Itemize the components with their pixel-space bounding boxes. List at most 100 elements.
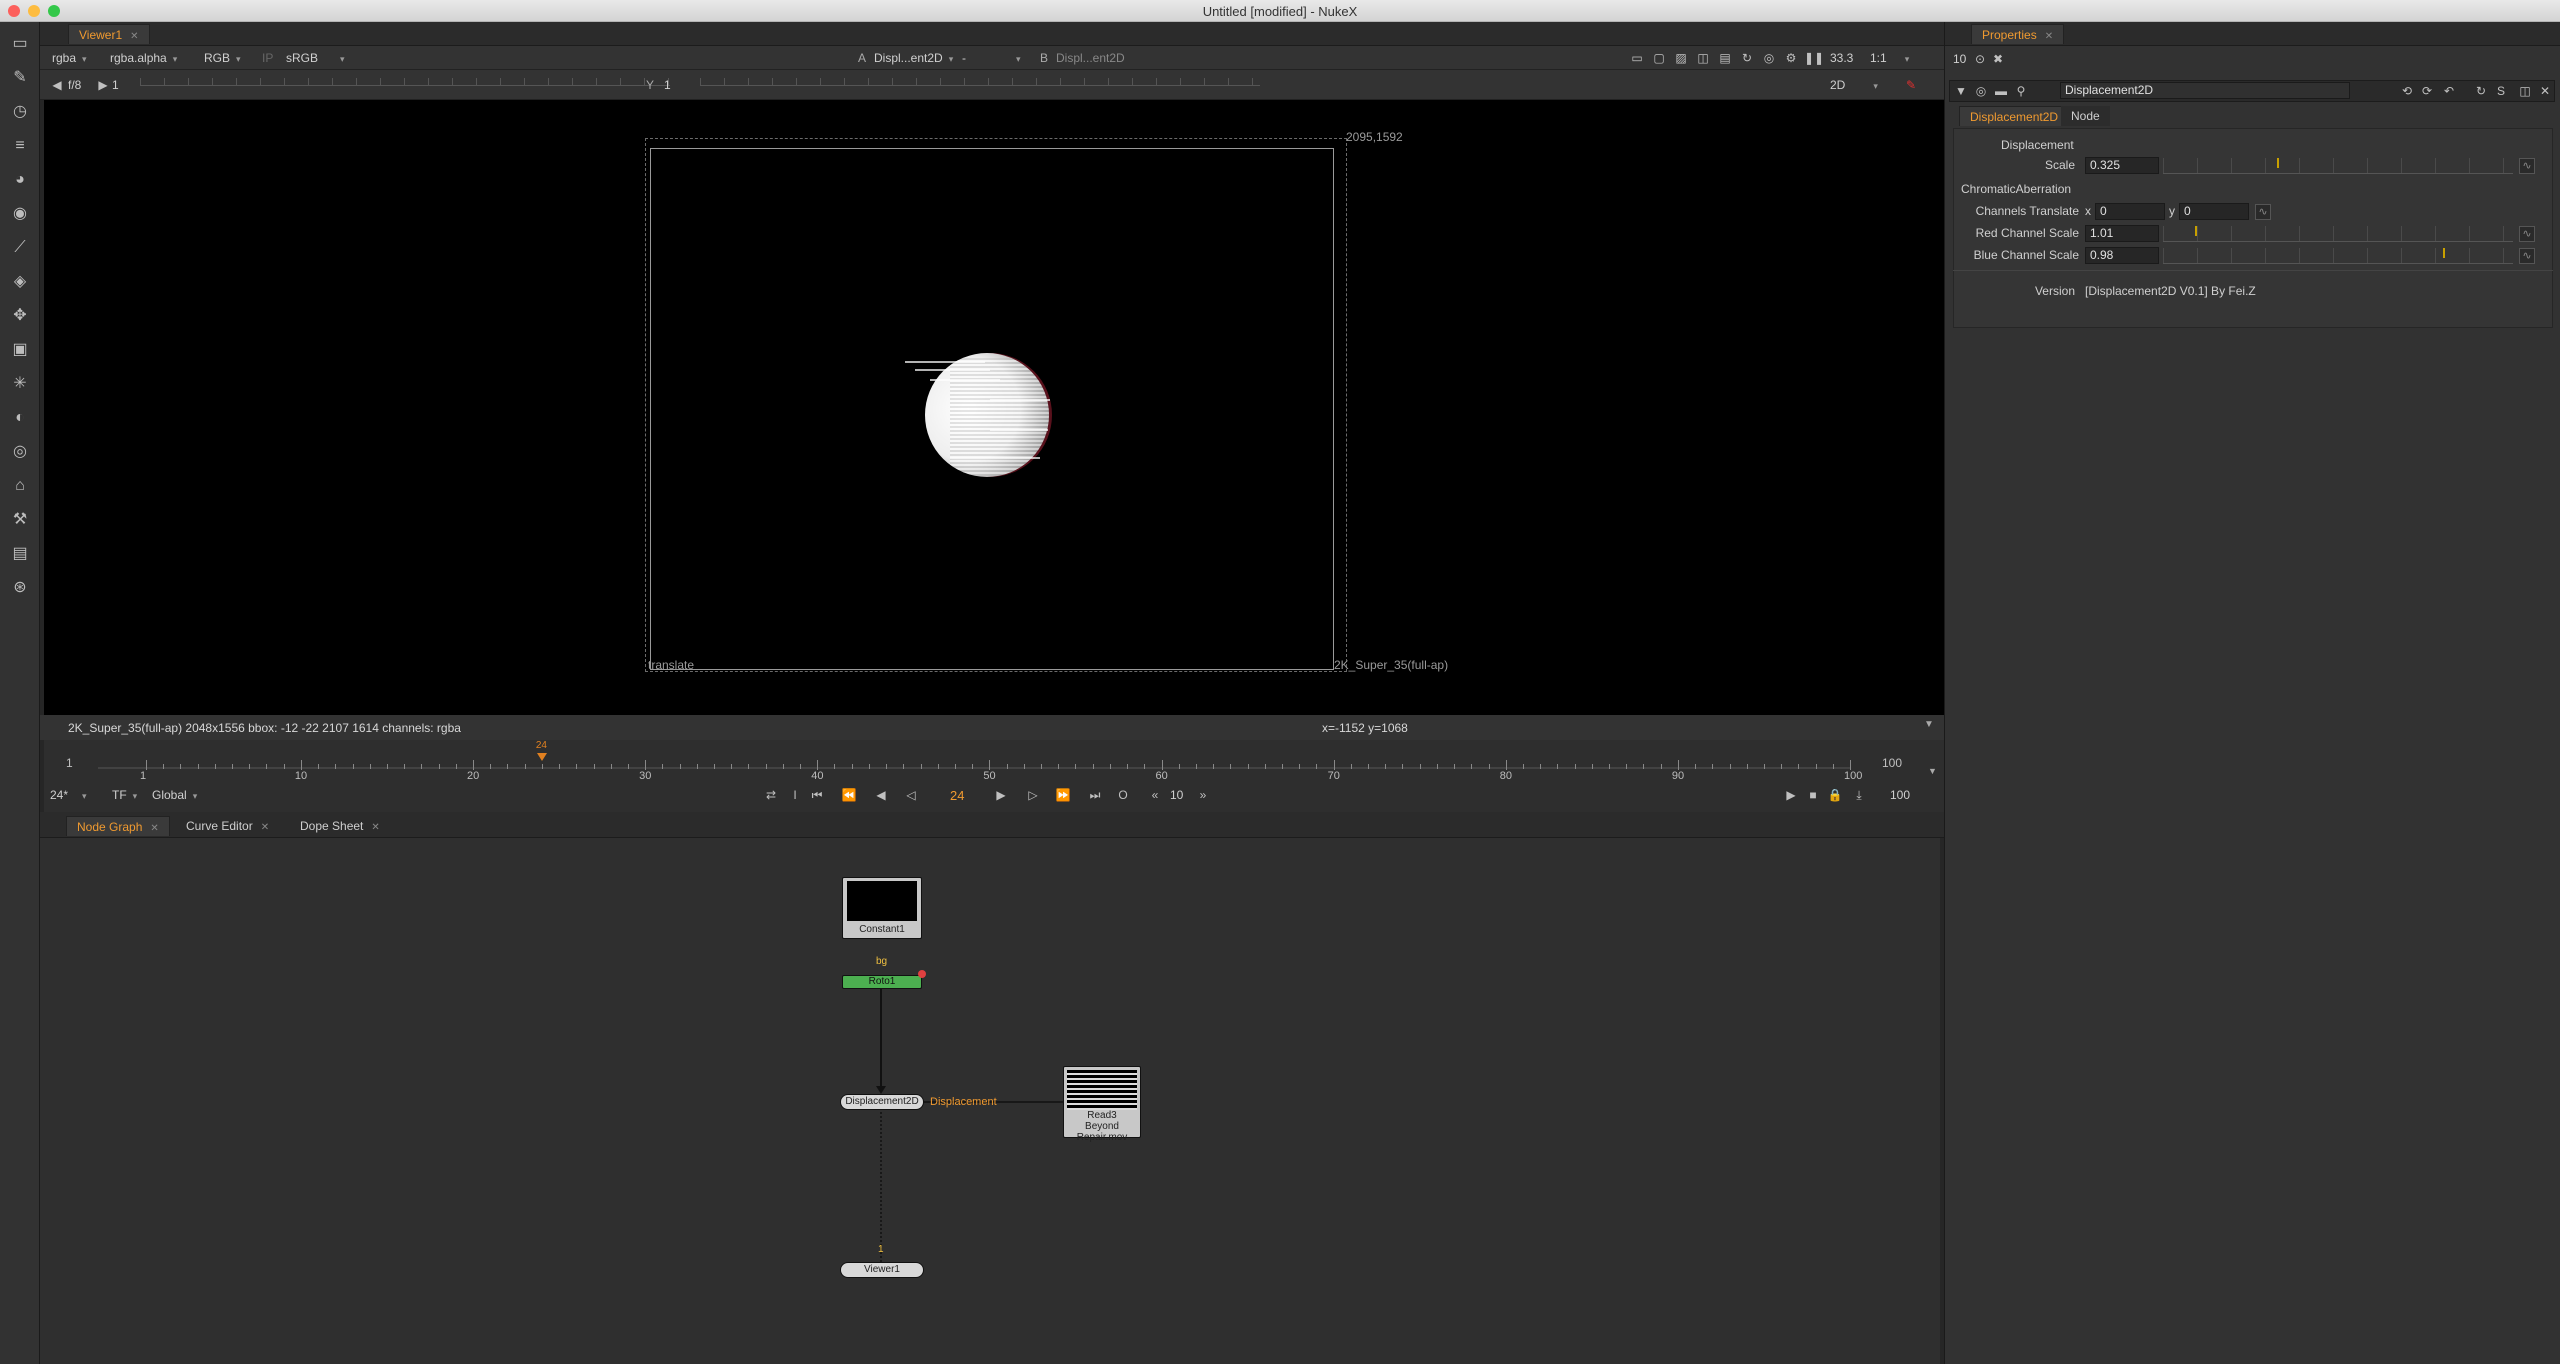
views-tools-icon[interactable]: ◎ <box>8 440 32 464</box>
stop-icon[interactable]: ■ <box>1804 786 1822 804</box>
prev-frame-icon[interactable]: ◁ <box>902 786 920 804</box>
furnace-tools-icon[interactable]: ⊛ <box>8 576 32 600</box>
red-scale-slider[interactable] <box>2163 226 2513 242</box>
current-frame-field[interactable]: 24 <box>950 788 964 803</box>
clear-panels-icon[interactable]: ✖ <box>1989 50 2007 68</box>
close-icon[interactable]: ✕ <box>2045 31 2053 42</box>
keyer-tools-icon[interactable]: ⟋ <box>8 236 32 260</box>
scale-field[interactable]: 0.325 <box>2085 157 2159 174</box>
particles-tools-icon[interactable]: ✳ <box>8 372 32 396</box>
red-scale-field[interactable]: 1.01 <box>2085 225 2159 242</box>
alpha-channel-dropdown[interactable]: rgba.alpha ▾ <box>110 49 177 67</box>
zoom-dropdown[interactable]: 33.3 <box>1830 49 1853 67</box>
max-panels-field[interactable]: 10 <box>1953 52 1966 66</box>
fstop-value[interactable]: f/8 <box>68 76 81 94</box>
loop-mode-icon[interactable]: ⇄ <box>762 786 780 804</box>
redo-icon[interactable]: ⟳ <box>2418 82 2436 100</box>
node-name-field[interactable]: Displacement2D <box>2060 82 2350 99</box>
export-icon[interactable]: ⤓ <box>1850 786 1868 804</box>
transform-tools-icon[interactable]: ✥ <box>8 304 32 328</box>
red-animation-icon[interactable]: ∿ <box>2519 226 2535 242</box>
step-back-icon[interactable]: « <box>1146 786 1164 804</box>
zebra-icon[interactable]: ▨ <box>1672 49 1690 67</box>
tf-dropdown[interactable]: TF ▾ <box>112 786 137 804</box>
gain-slider[interactable] <box>140 78 670 86</box>
gain-field[interactable]: 1 <box>112 76 119 94</box>
scale-dropdown[interactable]: 1:1 ▾ <box>1870 49 1909 67</box>
view-mode-dropdown[interactable]: 2D ▾ <box>1830 76 1878 94</box>
toolsets-icon[interactable]: ⚒ <box>8 508 32 532</box>
blue-slider-handle[interactable] <box>2443 248 2445 258</box>
gamma-slider[interactable] <box>700 78 1260 86</box>
ip-toggle[interactable]: IP <box>262 49 273 67</box>
read-node[interactable]: Read3 Beyond Repair.mov <box>1063 1066 1141 1143</box>
info-expand-icon[interactable]: ▼ <box>1924 719 1934 730</box>
close-icon[interactable]: ✕ <box>2536 82 2554 100</box>
viewer-node[interactable]: Viewer1 <box>840 1262 924 1278</box>
tab-properties[interactable]: Properties ✕ <box>1971 24 2065 44</box>
pause-icon[interactable]: ❚❚ <box>1804 49 1824 67</box>
help-icon[interactable]: ⚲ <box>2012 82 2030 100</box>
lock-icon[interactable]: 🔒 <box>1826 786 1844 804</box>
tab-displacement2d[interactable]: Displacement2D <box>1959 106 2070 126</box>
global-dropdown[interactable]: Global ▾ <box>152 786 197 804</box>
float-icon[interactable]: ◫ <box>2516 82 2534 100</box>
end-frame-field[interactable]: 100 <box>1890 788 1910 802</box>
deep-tools-icon[interactable]: ◐ <box>8 406 32 430</box>
scale-slider[interactable] <box>2163 158 2513 174</box>
close-icon[interactable]: ✕ <box>150 823 158 834</box>
scale-animation-icon[interactable]: ∿ <box>2519 158 2535 174</box>
tab-viewer1[interactable]: Viewer1 ✕ <box>68 24 150 44</box>
translate-y-field[interactable]: 0 <box>2179 203 2249 220</box>
roi-icon[interactable]: ▭ <box>1628 49 1646 67</box>
blue-animation-icon[interactable]: ∿ <box>2519 248 2535 264</box>
tab-node[interactable]: Node <box>2061 106 2110 126</box>
overlay-icon[interactable]: ◫ <box>1694 49 1712 67</box>
current-frame-marker[interactable] <box>536 753 547 761</box>
metadata-tools-icon[interactable]: ⌂ <box>8 474 32 498</box>
fps-dropdown[interactable]: 24* ▾ <box>50 786 87 804</box>
translate-x-field[interactable]: 0 <box>2095 203 2165 220</box>
paint-icon[interactable]: ✎ <box>1902 76 1920 94</box>
clipping-icon[interactable]: ▢ <box>1650 49 1668 67</box>
node-color-icon[interactable]: ▬ <box>1992 82 2010 100</box>
close-icon[interactable]: ✕ <box>371 822 379 833</box>
lut-dropdown[interactable]: sRGB ▾ <box>286 49 345 67</box>
translate-animation-icon[interactable]: ∿ <box>2255 204 2271 220</box>
lock-panels-icon[interactable]: ⊙ <box>1971 50 1989 68</box>
blue-scale-field[interactable]: 0.98 <box>2085 247 2159 264</box>
list-icon[interactable]: ▤ <box>1716 49 1734 67</box>
next-arrow-icon[interactable]: ▶ <box>94 76 112 94</box>
first-frame-icon[interactable]: ⏮ <box>808 786 826 804</box>
revert-icon[interactable]: ↶ <box>2440 82 2458 100</box>
image-tools-icon[interactable]: ▭ <box>8 32 32 56</box>
other-tools-icon[interactable]: ▤ <box>8 542 32 566</box>
draw-tools-icon[interactable]: ✎ <box>8 66 32 90</box>
tab-dope-sheet[interactable]: Dope Sheet ✕ <box>290 816 390 836</box>
next-keyframe-icon[interactable]: ⏩ <box>1054 786 1072 804</box>
constant-node[interactable]: Constant1 <box>842 877 922 939</box>
next-frame-icon[interactable]: ▷ <box>1024 786 1042 804</box>
time-tools-icon[interactable]: ◷ <box>8 100 32 124</box>
filter-tools-icon[interactable]: ◉ <box>8 202 32 226</box>
gamma-field[interactable]: 1 <box>664 76 671 94</box>
channels-dropdown[interactable]: rgba ▾ <box>52 49 87 67</box>
blue-scale-slider[interactable] <box>2163 248 2513 264</box>
close-icon[interactable]: ✕ <box>261 822 269 833</box>
a-input-dropdown[interactable]: Displ...ent2D ▾ <box>874 49 953 67</box>
proxy-icon[interactable]: ◎ <box>1760 49 1778 67</box>
b-input-dropdown[interactable]: Displ...ent2D <box>1056 49 1125 67</box>
displacement2d-node[interactable]: Displacement2D <box>840 1094 924 1110</box>
close-icon[interactable]: ✕ <box>130 31 138 42</box>
collapse-icon[interactable]: ▼ <box>1952 82 1970 100</box>
play-forward-icon[interactable]: ▶ <box>992 786 1010 804</box>
3d-tools-icon[interactable]: ▣ <box>8 338 32 362</box>
tab-node-graph[interactable]: Node Graph ✕ <box>66 816 170 836</box>
play-backward-icon[interactable]: ◀ <box>872 786 890 804</box>
center-node-icon[interactable]: ◎ <box>1972 82 1990 100</box>
undo-icon[interactable]: ⟲ <box>2398 82 2416 100</box>
out-point-button[interactable]: O <box>1114 786 1132 804</box>
script-icon[interactable]: S <box>2492 82 2510 100</box>
in-point-button[interactable]: I <box>786 786 804 804</box>
color-tools-icon[interactable]: ◕ <box>8 168 32 192</box>
